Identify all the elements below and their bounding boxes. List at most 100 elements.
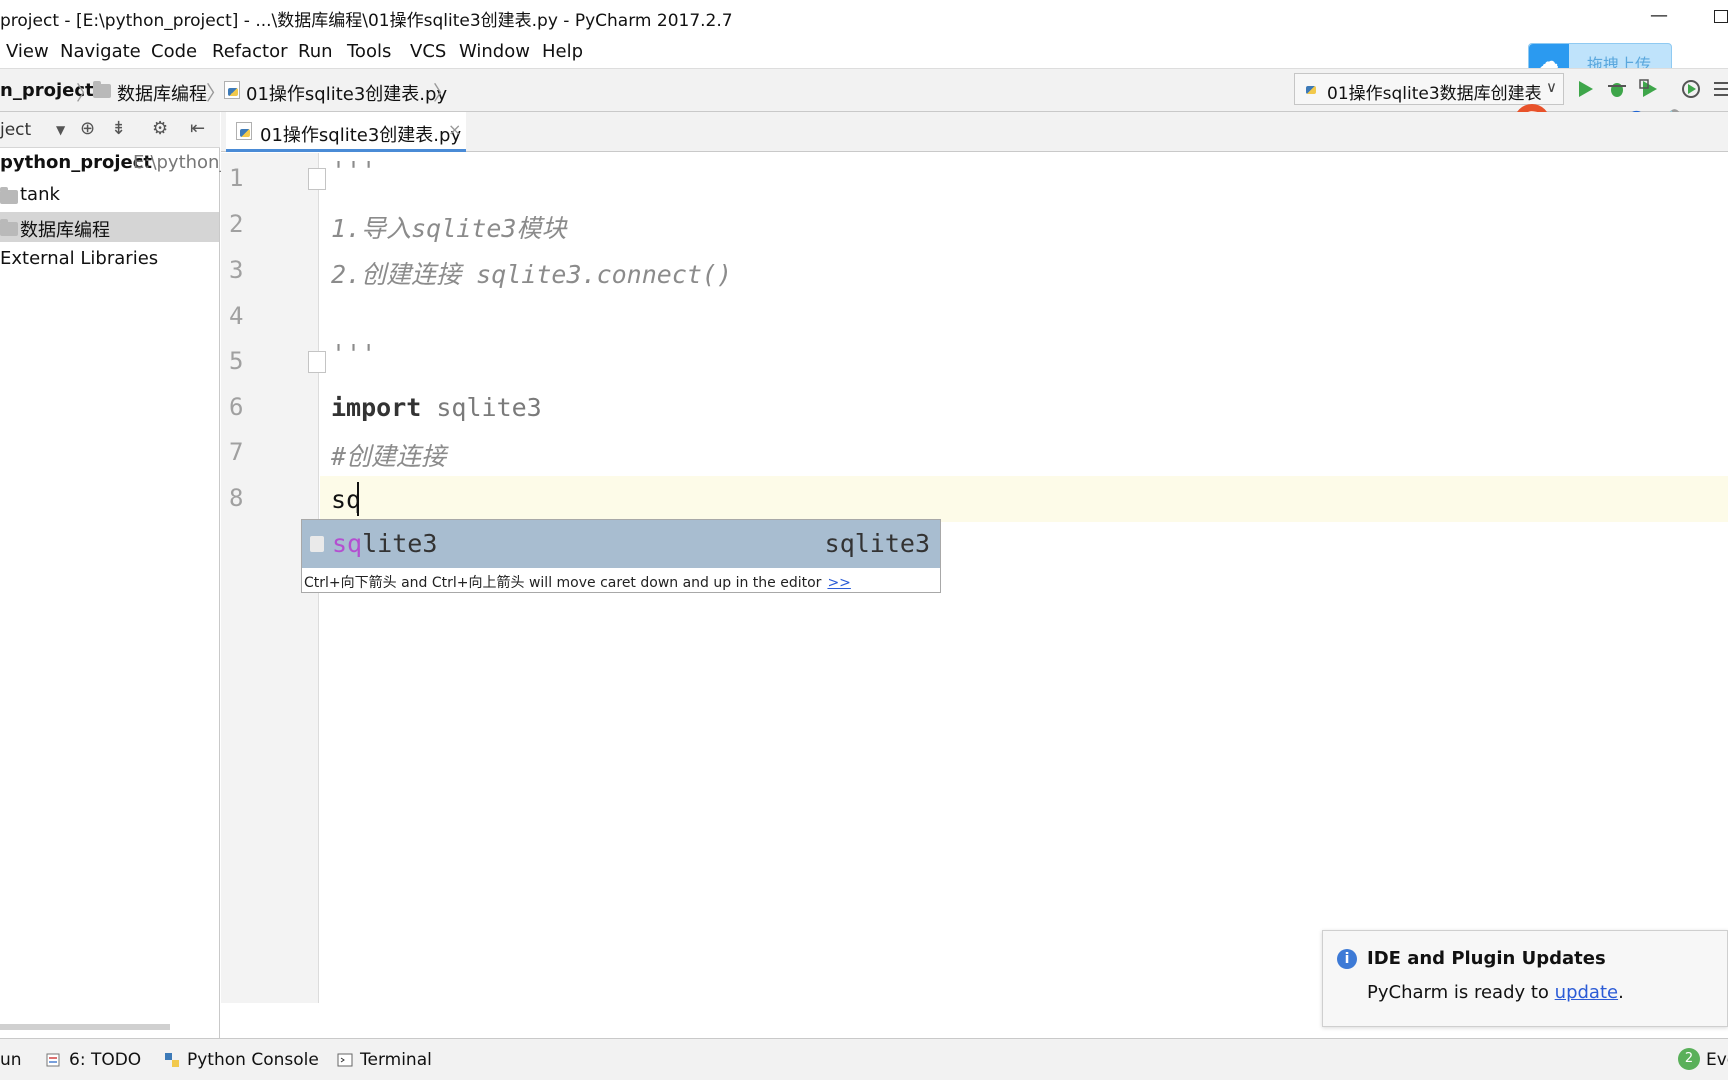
run-tool-button[interactable]: un [0,1050,22,1070]
fold-marker-icon[interactable] [308,168,326,190]
locate-icon[interactable]: ⊕ [80,118,95,139]
code-line-5[interactable]: ''' [331,339,376,368]
project-panel-scrollbar[interactable] [0,1024,170,1030]
python-module-icon [310,536,324,552]
tree-item-python-project[interactable]: python_project E:\python_ [0,148,228,178]
tree-item-label: External Libraries [0,248,159,269]
line-number: 1 [229,164,244,192]
completion-item-name: sqlite3 [332,529,437,558]
run-configuration-label: 01操作sqlite3数据库创建表 [1327,84,1542,104]
todo-icon [46,1053,60,1067]
menu-vcs[interactable]: VCS [410,41,446,62]
notification-message: PyCharm is ready to update. [1367,982,1624,1003]
coverage-icon[interactable] [1638,78,1660,100]
menu-view[interactable]: View [6,41,49,62]
fold-marker-icon[interactable] [308,351,326,373]
notification-message-suffix: . [1618,982,1624,1003]
chevron-down-icon: ∨ [1546,78,1557,96]
todo-tool-button[interactable]: 6: TODO [69,1050,141,1070]
breadcrumb-folder[interactable]: 数据库编程 [117,80,207,106]
project-view-selector[interactable]: ject [0,120,31,140]
menu-navigate[interactable]: Navigate [60,41,141,62]
current-line-highlight [320,476,1728,522]
tree-item-path: E:\python_ [133,152,229,173]
breadcrumb-file[interactable]: 01操作sqlite3创建表.py [246,80,447,106]
menu-help[interactable]: Help [542,41,583,62]
python-console-tool-button[interactable]: Python Console [187,1050,319,1070]
code-line-1[interactable]: ''' [331,156,376,185]
folder-icon [93,81,111,98]
code-line-2[interactable]: 1.导入sqlite3模块 [331,209,566,245]
run-configuration-selector[interactable]: 01操作sqlite3数据库创建表 ∨ [1294,73,1564,105]
menu-refactor[interactable]: Refactor [212,41,288,62]
line-number: 4 [229,302,244,330]
completion-rest: lite3 [362,529,438,558]
gear-icon[interactable]: ⚙ [152,118,168,139]
completion-hint-text: Ctrl+向下箭头 and Ctrl+向上箭头 will move caret … [304,575,822,591]
line-number: 6 [229,393,244,421]
menu-lines-icon[interactable] [1712,78,1728,100]
debug-icon[interactable] [1606,78,1628,100]
module-name: sqlite3 [421,393,542,422]
line-number: 3 [229,256,244,284]
update-notification: i IDE and Plugin Updates PyCharm is read… [1322,930,1728,1027]
completion-item-sqlite3[interactable]: sqlite3 sqlite3 [302,520,940,568]
terminal-icon [337,1053,353,1067]
project-panel: ject ▼ ⊕ ⇟ ⚙ ⇤ python_project E:\python_… [0,112,228,1038]
info-icon: i [1337,949,1357,969]
python-console-icon [165,1053,179,1067]
tree-item-tank[interactable]: tank [0,180,219,210]
code-line-7[interactable]: #创建连接 [331,437,446,473]
line-number: 2 [229,210,244,238]
text-caret [357,482,359,516]
completion-hint-link[interactable]: >> [827,575,850,591]
folder-icon [0,187,18,204]
completion-match: sq [332,529,363,558]
project-panel-header: ject ▼ ⊕ ⇟ ⚙ ⇤ [0,112,220,148]
python-file-icon [224,81,240,99]
update-link[interactable]: update [1555,982,1618,1003]
tree-item-external-libraries[interactable]: External Libraries [0,244,219,274]
menu-tools[interactable]: Tools [347,41,391,62]
event-log-tool-button[interactable]: Eve [1706,1050,1728,1070]
tree-item-label: 数据库编程 [20,220,110,241]
terminal-tool-button[interactable]: Terminal [360,1050,432,1070]
title-bar: project - [E:\python_project] - ...\数据库编… [0,0,1728,34]
tool-window-bar: un 6: TODO Python Console Terminal 2 Eve [0,1038,1728,1080]
tree-item-database-programming[interactable]: 数据库编程 [0,212,219,242]
close-icon[interactable]: × [448,120,461,139]
folder-icon [0,219,18,236]
python-file-icon [236,122,252,140]
menu-window[interactable]: Window [459,41,530,62]
tab-01-sqlite3-create-table[interactable]: 01操作sqlite3创建表.py × [226,112,466,152]
menu-run[interactable]: Run [298,41,333,62]
profile-icon[interactable] [1680,78,1702,100]
notification-title: IDE and Plugin Updates [1367,948,1606,969]
editor-tab-bar: 01操作sqlite3创建表.py × [221,112,1728,152]
minimize-button[interactable]: — [1650,5,1668,26]
tree-item-label: python_project [0,152,152,173]
keyword-import: import [331,393,422,422]
menu-code[interactable]: Code [151,41,197,62]
tab-label: 01操作sqlite3创建表.py [260,125,462,146]
python-icon [1303,80,1319,98]
maximize-button[interactable] [1714,10,1728,23]
completion-item-type: sqlite3 [824,529,930,558]
chevron-down-icon[interactable]: ▼ [56,123,65,137]
menu-bar: View Navigate Code Refactor Run Tools VC… [0,34,1728,68]
window-title: project - [E:\python_project] - ...\数据库编… [0,11,733,31]
notification-message-text: PyCharm is ready to [1367,982,1555,1003]
line-number: 7 [229,438,244,466]
code-completion-popup: sqlite3 sqlite3 Ctrl+向下箭头 and Ctrl+向上箭头 … [301,519,941,593]
line-number: 8 [229,484,244,512]
breadcrumb-separator: 〉 [433,81,453,105]
hide-panel-icon[interactable]: ⇤ [190,118,205,139]
code-line-3[interactable]: 2.创建连接 sqlite3.connect() [331,255,732,291]
completion-hint: Ctrl+向下箭头 and Ctrl+向上箭头 will move caret … [304,572,851,592]
event-log-badge[interactable]: 2 [1678,1048,1700,1070]
code-line-6[interactable]: import sqlite3 [331,393,542,422]
breadcrumb-separator: 〉 [206,81,226,105]
collapse-all-icon[interactable]: ⇟ [111,118,126,139]
tree-item-label: tank [20,184,60,205]
run-icon[interactable] [1574,78,1596,100]
